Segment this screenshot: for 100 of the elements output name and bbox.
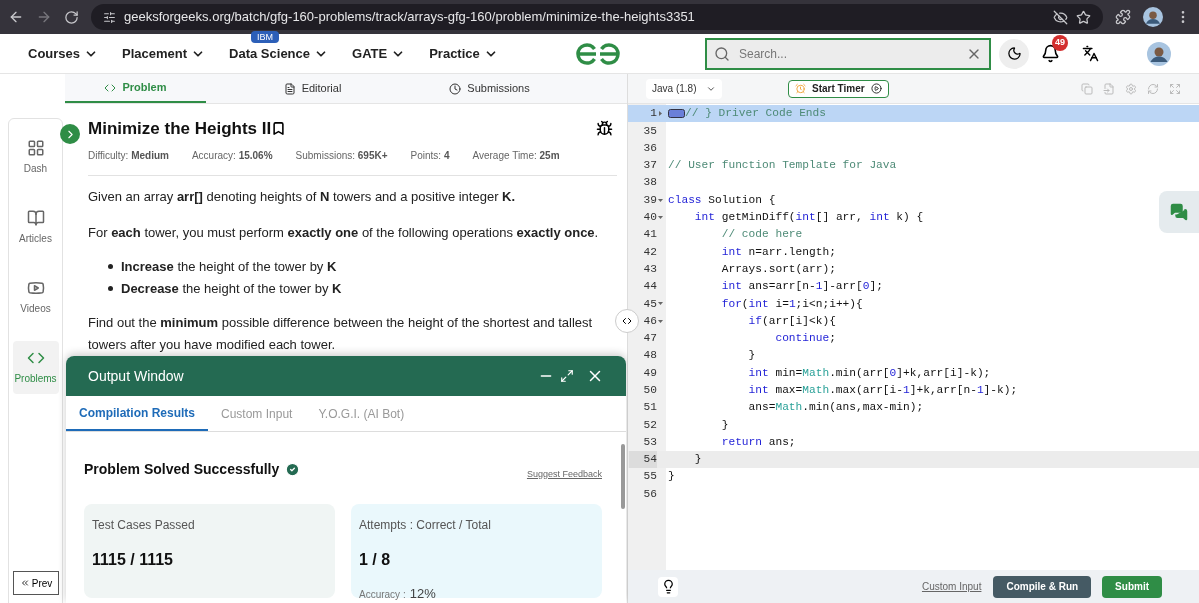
- code-line: Arrays.sort(arr);: [720, 261, 836, 277]
- line-number: 42: [642, 244, 657, 260]
- line-number: 35: [642, 123, 657, 139]
- folded-code-marker-icon[interactable]: [668, 109, 685, 119]
- line-number: 43: [642, 261, 657, 277]
- expand-panel-button[interactable]: [60, 124, 80, 144]
- card-label: Attempts : Correct / Total: [359, 516, 492, 534]
- language-select[interactable]: Java (1.8): [646, 78, 722, 99]
- extensions-icon[interactable]: [1115, 9, 1131, 25]
- chat-icon: [1170, 203, 1188, 221]
- submit-button[interactable]: Submit: [1102, 575, 1162, 598]
- custom-input-link[interactable]: Custom Input: [921, 579, 982, 594]
- nav-menu[interactable]: GATE: [352, 43, 406, 64]
- problem-stat: Submissions: 695K+: [295, 148, 388, 163]
- code-line: // } Driver Code Ends: [685, 106, 826, 122]
- scrollbar[interactable]: [621, 444, 625, 509]
- document-icon: [283, 82, 296, 95]
- logo-icon[interactable]: [574, 41, 622, 67]
- code-line: int ans=arr[n-1]-arr[0];: [720, 279, 883, 295]
- line-number: 55: [642, 469, 657, 485]
- moon-icon: [1006, 46, 1022, 61]
- problem-tab[interactable]: Submissions: [419, 74, 560, 103]
- video-icon: [26, 279, 45, 297]
- search-icon: [714, 45, 730, 62]
- notification-bell-icon[interactable]: [1041, 44, 1060, 63]
- book-icon: [26, 209, 45, 227]
- avatar-icon[interactable]: [1143, 7, 1163, 27]
- code-line: ans=Math.min(ans,max-min);: [747, 400, 924, 416]
- bug-report-icon[interactable]: [596, 120, 613, 138]
- line-number: 36: [642, 140, 657, 156]
- fold-arrow-icon[interactable]: [658, 197, 663, 203]
- line-number: 46: [642, 313, 657, 329]
- fold-arrow-icon[interactable]: [658, 214, 663, 220]
- line-number: 37: [642, 158, 657, 174]
- clock-icon: [449, 82, 462, 95]
- side-nav-item[interactable]: Problems: [12, 341, 59, 394]
- problem-stat: Average Time: 25m: [472, 148, 560, 163]
- bullet-icon: [108, 286, 113, 291]
- code-line: }: [668, 469, 675, 485]
- compile-run-button[interactable]: Compile & Run: [993, 575, 1092, 598]
- code-line: return ans;: [720, 434, 796, 450]
- problem-stat: Points: 4: [410, 148, 450, 163]
- eye-off-icon[interactable]: [1053, 9, 1068, 25]
- problem-stat: Accuracy: 15.06%: [191, 148, 273, 163]
- result-status: Problem Solved Successfully: [84, 460, 280, 480]
- line-number: 52: [642, 417, 657, 433]
- site-info-icon[interactable]: [103, 10, 116, 24]
- side-nav-item[interactable]: Videos: [12, 271, 59, 324]
- accuracy-label: Accuracy :: [359, 587, 406, 602]
- chat-button[interactable]: [1159, 191, 1199, 233]
- maximize-icon[interactable]: [560, 369, 574, 383]
- code-line: int min=Math.min(arr[0]+k,arr[i]-k);: [747, 365, 991, 381]
- hint-button[interactable]: [658, 576, 678, 597]
- line-number: 39: [642, 192, 657, 208]
- notification-count: 49: [1052, 35, 1068, 51]
- line-number: 47: [642, 331, 657, 347]
- alarm-clock-icon: [795, 83, 806, 94]
- prev-button[interactable]: Prev: [13, 571, 59, 595]
- side-nav-item[interactable]: Articles: [12, 201, 59, 254]
- translate-icon[interactable]: [1082, 45, 1099, 62]
- problem-tab[interactable]: Editorial: [242, 74, 383, 103]
- reload-icon[interactable]: [64, 9, 79, 25]
- line-number: 53: [642, 434, 657, 450]
- line-number: 50: [642, 383, 657, 398]
- bookmark-star-icon[interactable]: [1076, 9, 1091, 25]
- address-bar[interactable]: geeksforgeeks.org/batch/gfg-160-problems/track/arrays-gfg-160/problem/minimize-the-heights3351: [91, 4, 1103, 30]
- line-number: 54: [629, 451, 657, 468]
- problem-tab[interactable]: Problem: [65, 74, 206, 103]
- problem-text: Decrease the height of the tower by K: [121, 279, 342, 298]
- bullet-icon: [108, 264, 113, 269]
- output-tab[interactable]: Compilation Results: [66, 396, 208, 431]
- code-line: int max=Math.max(arr[i-1]+k,arr[n-1]-k);: [747, 383, 1018, 398]
- theme-toggle[interactable]: [999, 38, 1029, 69]
- card-label: Test Cases Passed: [92, 516, 196, 534]
- line-number: 44: [642, 279, 657, 295]
- avatar-icon[interactable]: [1147, 41, 1171, 66]
- back-icon[interactable]: [8, 9, 24, 25]
- resize-handle[interactable]: [615, 309, 639, 333]
- fold-arrow-icon[interactable]: [658, 301, 663, 307]
- nav-menu[interactable]: Placement: [122, 43, 206, 64]
- nav-menu[interactable]: Data Science: [229, 43, 328, 64]
- line-number: 38: [642, 175, 657, 191]
- feedback-link[interactable]: Suggest Feedback: [526, 468, 602, 482]
- code-line: if(arr[i]<k){: [747, 313, 836, 329]
- grid-icon: [26, 139, 45, 157]
- line-number: 40: [642, 210, 657, 226]
- nav-menu[interactable]: Practice: [429, 43, 498, 64]
- code-line: }: [693, 452, 702, 468]
- problem-title: Minimize the Heights II: [88, 118, 272, 140]
- forward-icon[interactable]: [36, 9, 52, 25]
- nav-menu[interactable]: Courses: [28, 43, 99, 64]
- side-nav-item[interactable]: Dash: [12, 131, 59, 184]
- fold-arrow-icon[interactable]: [658, 318, 663, 324]
- bookmark-icon[interactable]: [271, 121, 287, 137]
- start-timer-button[interactable]: Start Timer: [788, 79, 889, 98]
- code-line: class Solution {: [668, 192, 776, 208]
- url-text: geeksforgeeks.org/batch/gfg-160-problems/track/arrays-gfg-160/problem/minimize-the-heights3351: [124, 8, 695, 27]
- line-number: 41: [642, 227, 657, 243]
- fold-arrow-icon[interactable]: [658, 111, 663, 117]
- search-field[interactable]: Search...: [705, 37, 991, 70]
